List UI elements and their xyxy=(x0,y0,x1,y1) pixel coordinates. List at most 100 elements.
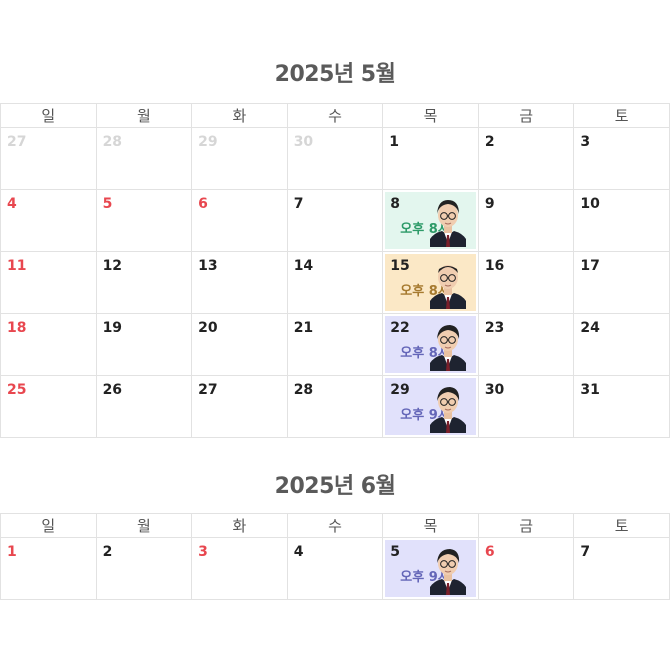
day-cell[interactable]: 28 xyxy=(95,127,193,190)
day-cell[interactable]: 30 xyxy=(477,375,575,438)
day-number: 8 xyxy=(390,196,400,212)
week-row: 27 28 29 30 1 2 3 xyxy=(0,127,670,190)
day-cell[interactable]: 7 xyxy=(573,537,670,600)
day-cell[interactable]: 1 xyxy=(382,127,479,190)
day-number: 13 xyxy=(198,258,218,274)
host-avatar xyxy=(429,257,466,309)
day-number: 3 xyxy=(580,134,591,150)
day-cell[interactable]: 26 xyxy=(95,375,193,438)
day-number: 30 xyxy=(293,134,314,150)
host-avatar xyxy=(429,381,466,433)
day-number: 10 xyxy=(580,196,600,212)
weekday-header: 일 xyxy=(0,513,97,538)
day-cell[interactable]: 25 xyxy=(0,375,97,438)
day-number: 27 xyxy=(7,134,27,150)
weekday-header: 토 xyxy=(573,103,670,128)
day-number: 12 xyxy=(102,258,123,274)
day-cell[interactable]: 14 xyxy=(286,251,384,314)
day-cell[interactable]: 29 xyxy=(191,127,288,190)
day-number: 7 xyxy=(580,544,591,560)
day-number: 11 xyxy=(7,258,27,274)
weekday-header: 금 xyxy=(477,103,575,128)
week-row: 1 2 3 4 5 오후 9시 6 7 xyxy=(0,537,670,600)
day-number: 29 xyxy=(198,134,218,150)
day-number: 21 xyxy=(293,320,314,336)
day-number: 16 xyxy=(484,258,505,274)
day-cell[interactable]: 18 xyxy=(0,313,97,376)
weekday-header: 월 xyxy=(95,513,193,538)
day-cell[interactable]: 6 xyxy=(477,537,575,600)
event-block[interactable]: 29 오후 9시 xyxy=(385,378,476,435)
weekday-header: 화 xyxy=(191,513,288,538)
day-cell[interactable]: 5 오후 9시 xyxy=(382,537,479,600)
event-block[interactable]: 22 오후 8시 xyxy=(385,316,476,373)
day-cell[interactable]: 5 xyxy=(95,189,193,252)
weekday-header: 화 xyxy=(191,103,288,128)
day-cell[interactable]: 31 xyxy=(573,375,670,438)
day-cell[interactable]: 16 xyxy=(477,251,575,314)
weekday-header: 금 xyxy=(477,513,575,538)
day-cell[interactable]: 13 xyxy=(191,251,288,314)
event-block[interactable]: 8 오후 8시 xyxy=(385,192,476,249)
day-cell[interactable]: 12 xyxy=(95,251,193,314)
weekday-header: 토 xyxy=(573,513,670,538)
day-number: 15 xyxy=(390,258,410,274)
day-cell[interactable]: 15 오후 8시 xyxy=(382,251,479,314)
day-cell[interactable]: 23 xyxy=(477,313,575,376)
day-number: 6 xyxy=(198,196,208,212)
host-avatar xyxy=(429,543,466,595)
day-number: 7 xyxy=(293,196,304,212)
day-cell[interactable]: 9 xyxy=(477,189,575,252)
day-cell[interactable]: 27 xyxy=(0,127,97,190)
day-number: 30 xyxy=(484,382,505,398)
event-block[interactable]: 15 오후 8시 xyxy=(385,254,476,311)
day-cell[interactable]: 4 xyxy=(286,537,384,600)
day-cell[interactable]: 29 오후 9시 xyxy=(382,375,479,438)
weekday-header: 목 xyxy=(382,513,479,538)
month-title-june: 2025년 6월 xyxy=(274,474,396,499)
day-cell[interactable]: 6 xyxy=(191,189,288,252)
day-cell[interactable]: 28 xyxy=(286,375,384,438)
event-block[interactable]: 5 오후 9시 xyxy=(385,540,476,597)
day-number: 17 xyxy=(580,258,600,274)
day-cell[interactable]: 2 xyxy=(95,537,193,600)
calendar-may: 일 월 화 수 목 금 토 27 28 29 30 1 2 3 4 5 6 7 8 오후 8시 9 10 11 12 13 14… xyxy=(0,103,670,438)
calendar-june: 일 월 화 수 목 금 토 1 2 3 4 5 오후 9시 6 7 xyxy=(0,513,670,600)
weekday-header: 월 xyxy=(95,103,193,128)
week-row: 4 5 6 7 8 오후 8시 9 10 xyxy=(0,189,670,252)
day-number: 1 xyxy=(7,544,17,560)
day-cell[interactable]: 20 xyxy=(191,313,288,376)
day-number: 6 xyxy=(484,544,495,560)
day-cell[interactable]: 7 xyxy=(286,189,384,252)
day-cell[interactable]: 4 xyxy=(0,189,97,252)
day-number: 2 xyxy=(484,134,495,150)
day-cell[interactable]: 10 xyxy=(573,189,670,252)
day-cell[interactable]: 17 xyxy=(573,251,670,314)
day-number: 9 xyxy=(484,196,495,212)
day-number: 28 xyxy=(102,134,123,150)
day-cell[interactable]: 21 xyxy=(286,313,384,376)
day-number: 1 xyxy=(389,134,399,150)
day-number: 4 xyxy=(7,196,17,212)
day-number: 5 xyxy=(390,544,400,560)
day-cell[interactable]: 19 xyxy=(95,313,193,376)
month-title-may: 2025년 5월 xyxy=(274,62,396,87)
day-cell[interactable]: 8 오후 8시 xyxy=(382,189,479,252)
day-number: 3 xyxy=(198,544,208,560)
day-number: 14 xyxy=(293,258,314,274)
day-cell[interactable]: 11 xyxy=(0,251,97,314)
day-cell[interactable]: 24 xyxy=(573,313,670,376)
day-cell[interactable]: 1 xyxy=(0,537,97,600)
host-avatar xyxy=(429,319,466,371)
day-cell[interactable]: 30 xyxy=(286,127,384,190)
day-number: 22 xyxy=(390,320,410,336)
day-cell[interactable]: 27 xyxy=(191,375,288,438)
day-number: 19 xyxy=(102,320,123,336)
day-cell[interactable]: 2 xyxy=(477,127,575,190)
day-number: 18 xyxy=(7,320,27,336)
day-cell[interactable]: 3 xyxy=(191,537,288,600)
day-number: 20 xyxy=(198,320,218,336)
week-row: 25 26 27 28 29 오후 9시 30 31 xyxy=(0,375,670,438)
day-cell[interactable]: 22 오후 8시 xyxy=(382,313,479,376)
day-cell[interactable]: 3 xyxy=(573,127,670,190)
